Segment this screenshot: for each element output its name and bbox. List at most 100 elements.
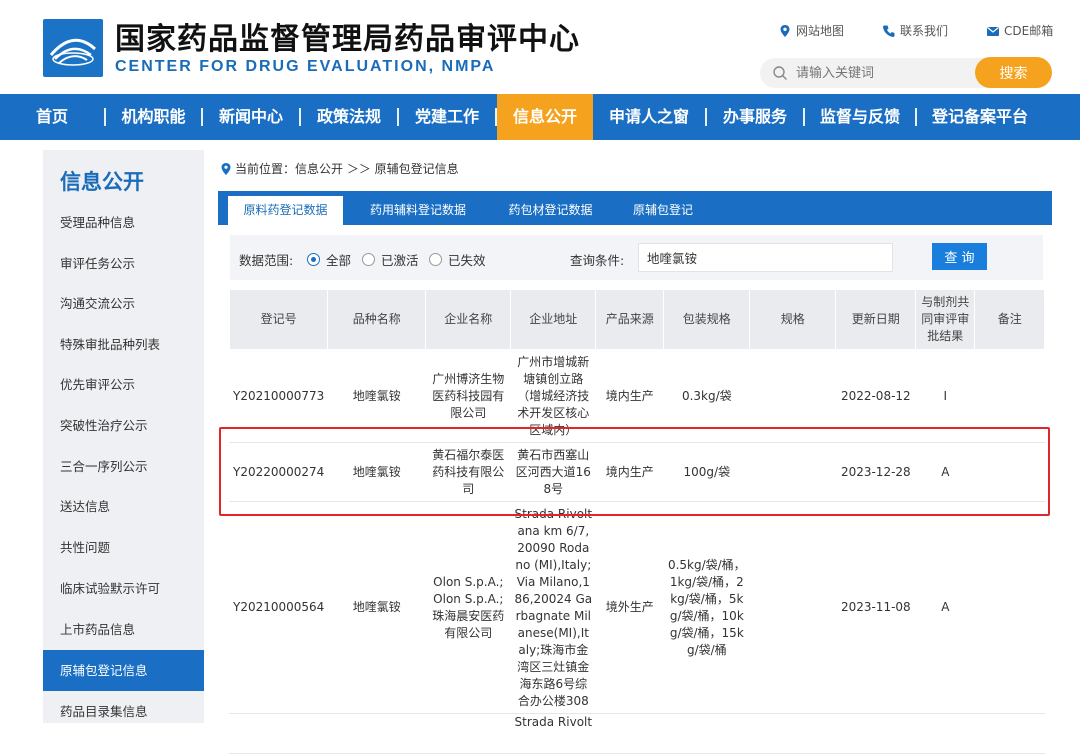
radio-active-label: 已激活 <box>381 253 419 268</box>
cell <box>974 349 1046 443</box>
sitemap-link[interactable]: 网站地图 <box>778 22 844 39</box>
table-row: Y20220000274 地喹氯铵 黄石福尔泰医药科技有限公司 黄石市西塞山区河… <box>228 442 1046 502</box>
table-header-row: 登记号 品种名称 企业名称 企业地址 产品来源 包装规格 规格 更新日期 与制剂… <box>228 289 1046 350</box>
radio-expired-label: 已失效 <box>448 253 486 268</box>
radio-circle <box>429 253 442 266</box>
nav-home[interactable]: 首页 <box>0 94 104 140</box>
cell: 2022-08-12 <box>835 349 917 443</box>
main-nav: 首页 机构职能 新闻中心 政策法规 党建工作 信息公开 申请人之窗 办事服务 监… <box>0 94 1080 140</box>
breadcrumb-path[interactable]: 信息公开 ＞＞ 原辅包登记信息 <box>295 160 459 177</box>
nav-party[interactable]: 党建工作 <box>399 94 495 140</box>
radio-circle <box>362 253 375 266</box>
cell: 地喹氯铵 <box>327 501 427 714</box>
nav-info-disclosure[interactable]: 信息公开 <box>497 94 593 140</box>
sidebar-item-accepted[interactable]: 受理品种信息 <box>43 202 204 243</box>
col-header: 规格 <box>749 289 837 350</box>
nav-news[interactable]: 新闻中心 <box>203 94 299 140</box>
sidebar-item-review-tasks[interactable]: 审评任务公示 <box>43 243 204 284</box>
cell: 黄石市西塞山区河西大道168号 <box>510 442 597 502</box>
registration-table: 登记号 品种名称 企业名称 企业地址 产品来源 包装规格 规格 更新日期 与制剂… <box>228 289 1046 754</box>
search-button[interactable]: 搜索 <box>975 57 1052 88</box>
email-label: CDE邮箱 <box>1004 24 1054 38</box>
radio-active[interactable]: 已激活 <box>362 250 419 269</box>
contact-label: 联系我们 <box>900 24 949 38</box>
filter-bar: 数据范围: 全部 已激活 已失效 查询条件: 查 询 <box>230 235 1043 280</box>
cell: 0.5kg/袋/桶，1kg/袋/桶，2kg/袋/桶，5kg/袋/桶，10kg/袋… <box>663 501 751 714</box>
cell: 境外生产 <box>595 501 665 714</box>
col-header: 企业地址 <box>510 289 597 350</box>
location-pin-icon <box>221 162 231 175</box>
email-link[interactable]: CDE邮箱 <box>986 22 1053 39</box>
scope-label: 数据范围: <box>239 253 294 268</box>
sidebar-item-drug-catalog[interactable]: 药品目录集信息 <box>43 691 204 732</box>
cell: A <box>915 442 976 502</box>
radio-all[interactable]: 全部 <box>307 250 351 269</box>
search-input[interactable] <box>796 62 966 84</box>
sidebar-item-common-issues[interactable]: 共性问题 <box>43 527 204 568</box>
cell: 100g/袋 <box>663 442 751 502</box>
sidebar-item-communication[interactable]: 沟通交流公示 <box>43 283 204 324</box>
cell: 地喹氯铵 <box>327 349 427 443</box>
sidebar-item-three-in-one[interactable]: 三合一序列公示 <box>43 446 204 487</box>
sidebar-item-marketed-drugs[interactable]: 上市药品信息 <box>43 609 204 650</box>
sidebar-item-priority-review[interactable]: 优先审评公示 <box>43 364 204 405</box>
query-button[interactable]: 查 询 <box>932 243 987 270</box>
cell: Y20210000773 <box>228 349 329 443</box>
sidebar-item-special-approval[interactable]: 特殊审批品种列表 <box>43 324 204 365</box>
table-row: Strada Rivolt <box>228 713 1046 754</box>
cell <box>425 713 512 754</box>
nav-applicant[interactable]: 申请人之窗 <box>593 94 705 140</box>
tab-packaging-data[interactable]: 药包材登记数据 <box>498 196 603 225</box>
col-header: 包装规格 <box>663 289 751 350</box>
radio-circle <box>307 253 320 266</box>
tab-excipient-data[interactable]: 药用辅料登记数据 <box>358 196 478 225</box>
contact-link[interactable]: 联系我们 <box>882 22 948 39</box>
site-title-cn: 国家药品监督管理局药品审评中心 <box>115 22 580 57</box>
nav-supervision[interactable]: 监督与反馈 <box>805 94 915 140</box>
location-pin-icon <box>780 24 790 37</box>
sidebar: 信息公开 受理品种信息 审评任务公示 沟通交流公示 特殊审批品种列表 优先审评公… <box>43 150 204 723</box>
top-links: 网站地图 联系我们 CDE邮箱 <box>778 22 1053 39</box>
breadcrumb: 当前位置： 信息公开 ＞＞ 原辅包登记信息 <box>220 160 459 177</box>
nav-services[interactable]: 办事服务 <box>707 94 803 140</box>
site-header: 国家药品监督管理局药品审评中心 CENTER FOR DRUG EVALUATI… <box>0 0 1080 94</box>
nav-functions[interactable]: 机构职能 <box>106 94 201 140</box>
search-icon <box>773 66 787 80</box>
cell: Strada Rivolt <box>510 713 597 754</box>
data-tabs: 原料药登记数据 药用辅料登记数据 药包材登记数据 原辅包登记 <box>218 191 1052 225</box>
cell: 广州博济生物医药科技园有限公司 <box>425 349 512 443</box>
mail-icon <box>987 26 1000 36</box>
search-box <box>760 58 1010 88</box>
query-input[interactable] <box>638 243 893 272</box>
col-header: 登记号 <box>228 289 329 350</box>
cell: I <box>915 349 976 443</box>
cell: 地喹氯铵 <box>327 442 427 502</box>
cde-logo[interactable] <box>43 19 103 77</box>
sidebar-item-clinical-trial[interactable]: 临床试验默示许可 <box>43 568 204 609</box>
cell <box>915 713 976 754</box>
cell: 2023-12-28 <box>835 442 917 502</box>
col-header: 企业名称 <box>425 289 512 350</box>
cell: Y20220000274 <box>228 442 329 502</box>
nav-policy[interactable]: 政策法规 <box>301 94 397 140</box>
sidebar-item-api-registration[interactable]: 原辅包登记信息 <box>43 650 204 691</box>
cell <box>749 713 837 754</box>
radio-expired[interactable]: 已失效 <box>429 250 486 269</box>
tab-api-data[interactable]: 原料药登记数据 <box>228 196 343 225</box>
sidebar-item-delivery[interactable]: 送达信息 <box>43 486 204 527</box>
cell <box>663 713 751 754</box>
cell <box>595 713 665 754</box>
cell: 境内生产 <box>595 349 665 443</box>
cell <box>749 501 837 714</box>
phone-icon <box>883 25 895 37</box>
tab-registration[interactable]: 原辅包登记 <box>623 196 703 225</box>
breadcrumb-prefix: 当前位置： <box>235 162 296 176</box>
cell <box>749 349 837 443</box>
cell: 0.3kg/袋 <box>663 349 751 443</box>
cell: 境内生产 <box>595 442 665 502</box>
radio-all-label: 全部 <box>326 253 352 268</box>
cell <box>974 713 1046 754</box>
sitemap-label: 网站地图 <box>796 24 845 38</box>
nav-registration[interactable]: 登记备案平台 <box>917 94 1043 140</box>
sidebar-item-breakthrough[interactable]: 突破性治疗公示 <box>43 405 204 446</box>
